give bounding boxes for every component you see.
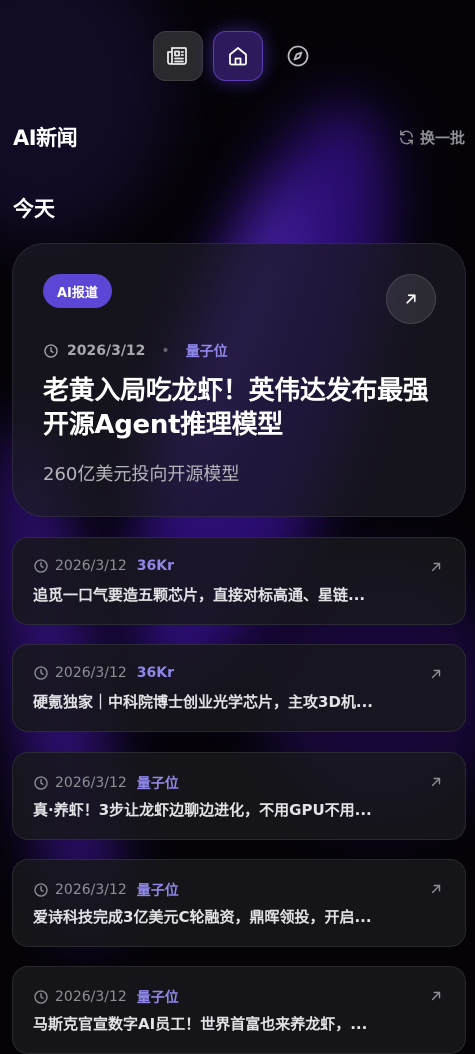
external-arrow-icon[interactable] — [429, 667, 443, 681]
refresh-button[interactable]: 换一批 — [398, 127, 465, 148]
news-meta: 2026/3/12 36Kr — [33, 665, 174, 681]
refresh-label: 换一批 — [419, 128, 465, 147]
news-card[interactable]: 2026/3/12 量子位 爱诗科技完成3亿美元C轮融资，鼎晖领投，开启... — [12, 859, 466, 947]
clock-icon — [34, 990, 48, 1004]
featured-title: 老黄入局吃龙虾！英伟达发布最强开源Agent推理模型 — [43, 376, 429, 440]
open-article-button[interactable] — [386, 274, 436, 324]
category-badge: AI报道 — [43, 274, 112, 308]
news-date: 2026/3/12 — [55, 882, 127, 898]
news-meta: 2026/3/12 量子位 — [33, 880, 179, 900]
news-date: 2026/3/12 — [55, 989, 127, 1005]
nav-news-button[interactable] — [152, 31, 203, 81]
news-source: 量子位 — [136, 883, 179, 899]
clock-icon — [34, 666, 48, 680]
news-date: 2026/3/12 — [55, 665, 127, 681]
day-heading: 今天 — [13, 197, 55, 221]
separator-dot: • — [161, 343, 170, 359]
news-card[interactable]: 2026/3/12 36Kr 硬氪独家｜中科院博士创业光学芯片，主攻3D机... — [12, 644, 466, 732]
news-meta: 2026/3/12 量子位 — [33, 987, 179, 1007]
featured-news-card[interactable]: AI报道 2026/3/12 • 量子位 老黄入局吃龙虾！英伟达发布最强开源Ag… — [12, 243, 466, 517]
news-card[interactable]: 2026/3/12 36Kr 追觅一口气要造五颗芯片，直接对标高通、星链... — [12, 537, 466, 625]
home-icon — [228, 47, 247, 66]
clock-icon — [34, 776, 48, 790]
featured-date: 2026/3/12 — [67, 343, 146, 359]
news-date: 2026/3/12 — [55, 558, 127, 574]
featured-meta: 2026/3/12 • 量子位 — [43, 341, 228, 361]
news-title: 马斯克官宣数字AI员工！世界首富也来养龙虾，... — [33, 1015, 368, 1033]
news-title: 追觅一口气要造五颗芯片，直接对标高通、星链... — [33, 586, 366, 604]
news-card[interactable]: 2026/3/12 量子位 马斯克官宣数字AI员工！世界首富也来养龙虾，... — [12, 966, 466, 1054]
external-arrow-icon[interactable] — [429, 989, 443, 1003]
newspaper-icon — [166, 47, 187, 65]
section-header: AI新闻 换一批 — [13, 122, 465, 152]
featured-subtitle: 260亿美元投向开源模型 — [43, 464, 240, 485]
news-meta: 2026/3/12 36Kr — [33, 558, 174, 574]
external-arrow-icon[interactable] — [429, 560, 443, 574]
nav-explore-button[interactable] — [273, 31, 323, 81]
compass-icon — [287, 45, 308, 67]
news-source: 量子位 — [136, 990, 179, 1006]
app-root: AI新闻 换一批 今天 AI报道 2026/3/12 • 量子位 老黄入局吃龙虾… — [0, 0, 475, 1054]
news-source: 量子位 — [136, 776, 179, 792]
news-card[interactable]: 2026/3/12 量子位 真·养虾！3步让龙虾边聊边进化，不用GPU不用... — [12, 752, 466, 840]
clock-icon — [34, 559, 48, 573]
news-title: 爱诗科技完成3亿美元C轮融资，鼎晖领投，开启... — [33, 908, 372, 926]
external-arrow-icon[interactable] — [429, 882, 443, 896]
news-title: 硬氪独家｜中科院博士创业光学芯片，主攻3D机... — [33, 693, 373, 711]
featured-source: 量子位 — [185, 344, 228, 360]
external-arrow-icon[interactable] — [429, 775, 443, 789]
nav-home-button[interactable] — [212, 31, 263, 81]
news-date: 2026/3/12 — [55, 775, 127, 791]
news-source: 36Kr — [136, 558, 175, 574]
news-meta: 2026/3/12 量子位 — [33, 773, 179, 793]
section-title: AI新闻 — [13, 126, 78, 150]
news-title: 真·养虾！3步让龙虾边聊边进化，不用GPU不用... — [33, 801, 372, 819]
refresh-icon — [400, 129, 413, 145]
news-source: 36Kr — [136, 665, 175, 681]
top-navigation — [0, 31, 475, 81]
clock-icon — [44, 344, 58, 358]
external-arrow-icon — [406, 294, 416, 304]
clock-icon — [34, 883, 48, 897]
